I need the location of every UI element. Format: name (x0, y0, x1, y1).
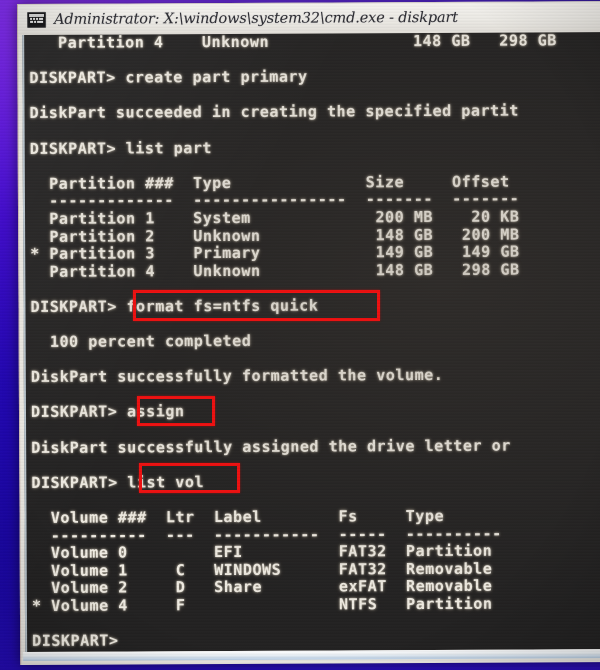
window-bottom-edge (23, 649, 600, 661)
console-client-area[interactable]: Partition 4 Unknown 148 GB 298 GB DISKPA… (22, 32, 600, 652)
terminal-line: Partition 4 Unknown 148 GB 298 GB (29, 32, 557, 52)
terminal-line: * Volume 4 F NTFS Partition (31, 594, 493, 615)
terminal-line: DISKPART> (32, 631, 119, 651)
cmd-console-icon (27, 11, 47, 28)
terminal-line: DiskPart successfully assigned the drive… (31, 436, 511, 457)
cmd-exe-window[interactable]: Administrator: X:\windows\system32\cmd.e… (17, 1, 600, 665)
terminal-line: Partition 4 Unknown 148 GB 298 GB (30, 260, 520, 281)
screenshot-root: Administrator: X:\windows\system32\cmd.e… (0, 0, 600, 670)
terminal-output: Partition 4 Unknown 148 GB 298 GB DISKPA… (24, 32, 560, 650)
window-title-text: Administrator: X:\windows\system32\cmd.e… (54, 9, 458, 28)
window-title-bar[interactable]: Administrator: X:\windows\system32\cmd.e… (18, 2, 600, 35)
terminal-line: DiskPart succeeded in creating the speci… (29, 101, 519, 123)
